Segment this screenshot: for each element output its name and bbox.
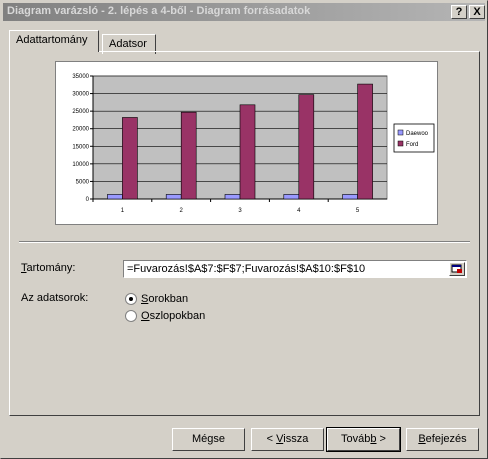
y-tick-label: 0 xyxy=(86,197,90,203)
y-tick-label: 10000 xyxy=(72,162,89,168)
help-button[interactable]: ? xyxy=(451,5,467,19)
columns-radio-label[interactable]: Oszlopokban xyxy=(141,310,205,322)
bar-daewoo xyxy=(283,194,300,200)
bar-ford xyxy=(357,83,373,200)
x-tick-label: 5 xyxy=(356,208,360,214)
bar-chart: 0 5000 10000 15000 20000 25000 30000 35000 1 2 3 4 5… xyxy=(72,74,435,214)
legend-label-daewoo: Daewoo xyxy=(406,131,429,137)
tab-series-label: Adatsor xyxy=(109,38,147,50)
chart-wizard-dialog: Diagram varázsló - 2. lépés a 4-ből - Di… xyxy=(0,0,488,459)
tab-data-range[interactable]: Adattartomány xyxy=(9,30,99,52)
radio-selected-dot xyxy=(129,297,133,301)
bar-ford xyxy=(298,94,315,200)
series-in-label: Az adatsorok: xyxy=(21,292,89,304)
legend-label-ford: Ford xyxy=(406,142,418,148)
y-tick-label: 35000 xyxy=(72,74,89,80)
legend-swatch-daewoo xyxy=(397,129,404,136)
y-tick-label: 15000 xyxy=(72,144,89,150)
collapse-dialog-button[interactable] xyxy=(449,262,465,276)
cancel-button[interactable]: Mégse xyxy=(172,428,245,451)
x-tick-label: 1 xyxy=(121,208,125,214)
bar-daewoo xyxy=(342,194,358,200)
bar-ford xyxy=(122,117,138,200)
rows-radio[interactable] xyxy=(125,293,137,305)
bar-daewoo xyxy=(224,194,241,200)
title-bar: Diagram varázsló - 2. lépés a 4-ből - Di… xyxy=(3,3,485,21)
y-tick-label: 30000 xyxy=(72,92,89,98)
bar-daewoo xyxy=(165,194,182,200)
x-tick-label: 2 xyxy=(180,208,184,214)
legend-swatch-ford xyxy=(397,140,404,147)
bar-ford xyxy=(239,104,256,200)
range-select-icon xyxy=(451,264,462,273)
back-button[interactable]: < Vissza xyxy=(251,428,324,451)
finish-button[interactable]: Befejezés xyxy=(406,428,479,451)
x-tick-label: 4 xyxy=(297,208,301,214)
y-tick-label: 25000 xyxy=(72,109,89,115)
x-tick-label: 3 xyxy=(238,208,242,214)
range-label: Tartomány: xyxy=(21,262,76,274)
bar-ford xyxy=(180,111,197,200)
next-button[interactable]: Tovább > xyxy=(326,427,401,452)
columns-radio[interactable] xyxy=(125,310,137,322)
window-title: Diagram varázsló - 2. lépés a 4-ből - Di… xyxy=(7,5,311,17)
y-tick-label: 20000 xyxy=(72,127,89,133)
bar-daewoo xyxy=(107,194,123,200)
chart-preview: 0 5000 10000 15000 20000 25000 30000 35000 1 2 3 4 5… xyxy=(55,61,438,225)
range-value: =Fuvarozás!$A$7:$F$7;Fuvarozás!$A$10:$F$… xyxy=(127,263,366,275)
y-tick-label: 5000 xyxy=(76,179,90,185)
tab-data-range-label: Adattartomány xyxy=(16,34,88,46)
close-button[interactable]: X xyxy=(469,5,485,19)
range-input[interactable]: =Fuvarozás!$A$7:$F$7;Fuvarozás!$A$10:$F$… xyxy=(123,260,467,278)
separator xyxy=(19,241,470,243)
rows-radio-label[interactable]: Sorokban xyxy=(141,293,188,305)
